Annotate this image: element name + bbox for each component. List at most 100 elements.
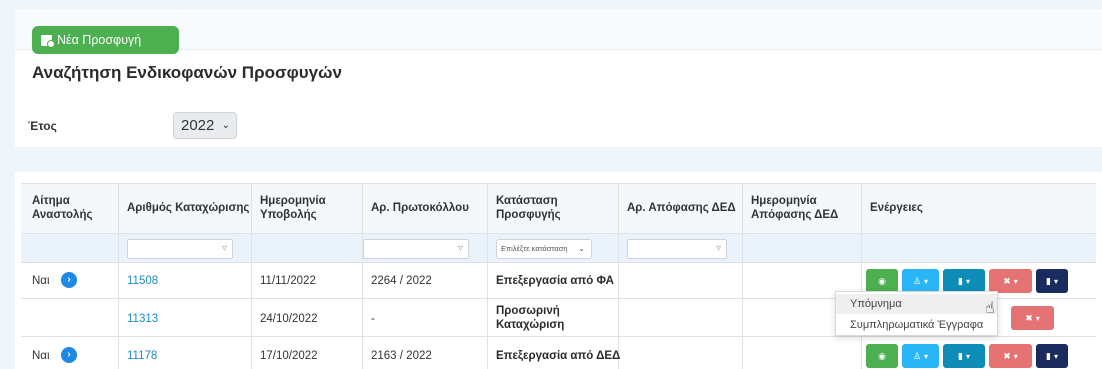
- col-divider: [251, 337, 252, 369]
- header-submit-date[interactable]: Ημερομηνία Υποβολής: [260, 194, 326, 222]
- chevron-right-circle-icon[interactable]: ›: [61, 272, 77, 288]
- col-divider: [742, 234, 743, 262]
- col-divider: [618, 263, 619, 298]
- col-divider: [118, 263, 119, 298]
- col-divider: [251, 234, 252, 262]
- year-select[interactable]: 2022 ⌄: [173, 112, 237, 139]
- col-divider: [362, 263, 363, 298]
- filter-icon: ▿: [715, 243, 721, 254]
- chevron-down-icon: ▾: [965, 276, 970, 286]
- cancel-button[interactable]: ✖ ▾: [1011, 306, 1054, 330]
- col-divider: [487, 184, 488, 233]
- new-appeal-label: Νέα Προσφυγή: [57, 33, 142, 47]
- header-suspension[interactable]: Αίτημα Αναστολής: [32, 194, 92, 222]
- eye-icon: ◉: [878, 275, 886, 286]
- user-icon: ♙: [912, 350, 922, 361]
- documents-button[interactable]: ▮ ▾: [943, 344, 985, 368]
- decision-no-filter-input[interactable]: ▿: [627, 239, 727, 259]
- reg-no-link[interactable]: 11178: [127, 349, 157, 363]
- header-reg-no[interactable]: Αριθμός Καταχώρισης: [127, 201, 249, 215]
- pdf-button[interactable]: ▮ ▾: [1036, 269, 1068, 293]
- protocol-value: 2264 / 2022: [371, 275, 432, 287]
- filter-row: ▿ ▿ Επιλέξτε κατάσταση ⌄ ▿: [21, 234, 1096, 263]
- reg-no-filter-input[interactable]: ▿: [127, 239, 233, 259]
- col-divider: [251, 184, 252, 233]
- status-filter-placeholder: Επιλέξτε κατάσταση: [501, 244, 568, 253]
- hand-pointer-icon: ☝: [985, 300, 995, 317]
- status-value: Επεξεργασία από ΔΕΔ: [496, 350, 621, 362]
- new-document-icon: [41, 34, 55, 48]
- col-divider: [362, 184, 363, 233]
- file-icon: ▮: [958, 350, 963, 361]
- col-divider: [118, 299, 119, 336]
- col-divider: [618, 299, 619, 336]
- chevron-down-icon: ⌄: [578, 244, 585, 253]
- chevron-down-icon: ▾: [1035, 313, 1040, 323]
- col-divider: [861, 184, 862, 233]
- header-protocol[interactable]: Αρ. Πρωτοκόλλου: [371, 201, 469, 215]
- close-circle-icon: ✖: [1003, 275, 1011, 286]
- col-divider: [118, 234, 119, 262]
- documents-button[interactable]: ▮ ▾: [943, 269, 985, 293]
- chevron-right-circle-icon[interactable]: ›: [61, 347, 77, 363]
- user-icon: ♙: [912, 275, 922, 286]
- chevron-down-icon: ▾: [1053, 276, 1058, 286]
- reg-no-link[interactable]: 11508: [127, 274, 158, 288]
- header-status[interactable]: Κατάσταση Προσφυγής: [496, 194, 561, 222]
- new-appeal-button[interactable]: Νέα Προσφυγή: [32, 26, 179, 54]
- chevron-down-icon: ▾: [924, 351, 929, 361]
- protocol-value: 2163 / 2022: [371, 350, 432, 362]
- results-card: Αίτημα Αναστολής Αριθμός Καταχώρισης Ημερ…: [15, 172, 1102, 369]
- col-divider: [487, 299, 488, 336]
- submit-date: 11/11/2022: [260, 275, 316, 287]
- year-label: Έτος: [28, 119, 57, 133]
- suspension-value: Ναι: [32, 275, 50, 287]
- close-circle-icon: ✖: [1025, 312, 1033, 323]
- assign-button[interactable]: ♙ ▾: [902, 269, 939, 293]
- col-divider: [251, 263, 252, 298]
- col-divider: [742, 263, 743, 298]
- protocol-filter-input[interactable]: ▿: [363, 239, 469, 259]
- chevron-down-icon: ▾: [924, 276, 929, 286]
- filter-icon: ▿: [457, 243, 463, 254]
- col-divider: [487, 234, 488, 262]
- pdf-icon: ▮: [1046, 350, 1051, 361]
- header-decision-date[interactable]: Ημερομηνία Απόφασης ΔΕΔ: [751, 194, 838, 222]
- status-value: Επεξεργασία από ΦΑ: [496, 275, 614, 287]
- submit-date: 24/10/2022: [260, 313, 318, 325]
- chevron-down-icon: ⌄: [221, 120, 230, 131]
- eye-icon: ◉: [878, 350, 886, 361]
- status-filter-select[interactable]: Επιλέξτε κατάσταση ⌄: [496, 239, 592, 259]
- pdf-button[interactable]: ▮ ▾: [1036, 344, 1068, 368]
- col-divider: [487, 337, 488, 369]
- page-title: Αναζήτηση Ενδικοφανών Προσφυγών: [32, 63, 342, 82]
- pdf-icon: ▮: [1046, 275, 1051, 286]
- cancel-button[interactable]: ✖ ▾: [989, 344, 1032, 368]
- col-divider: [487, 263, 488, 298]
- chevron-down-icon: ▾: [1013, 276, 1018, 286]
- assign-button[interactable]: ♙ ▾: [902, 344, 939, 368]
- dropdown-item-supplementary-docs[interactable]: Συμπληρωματικά Έγγραφα: [836, 315, 997, 335]
- header-decision-no[interactable]: Αρ. Απόφασης ΔΕΔ: [627, 201, 736, 215]
- view-button[interactable]: ◉: [866, 344, 898, 368]
- header-actions: Ενέργειες: [870, 202, 923, 214]
- col-divider: [362, 299, 363, 336]
- close-circle-icon: ✖: [1003, 350, 1011, 361]
- dropdown-item-memo[interactable]: Υπόμνημα: [836, 294, 997, 314]
- documents-dropdown-menu: Υπόμνημα Συμπληρωματικά Έγγραφα: [835, 291, 998, 336]
- chevron-down-icon: ▾: [1013, 351, 1018, 361]
- col-divider: [118, 184, 119, 233]
- search-card: Νέα Προσφυγή Αναζήτηση Ενδικοφανών Προσφ…: [15, 9, 1102, 147]
- col-divider: [251, 299, 252, 336]
- col-divider: [742, 299, 743, 336]
- suspension-value: Ναι: [32, 350, 50, 362]
- cancel-button[interactable]: ✖ ▾: [989, 269, 1032, 293]
- col-divider: [362, 337, 363, 369]
- reg-no-link[interactable]: 11313: [127, 312, 158, 326]
- chevron-down-icon: ▾: [1053, 351, 1058, 361]
- filter-icon: ▿: [221, 243, 227, 254]
- view-button[interactable]: ◉: [866, 269, 898, 293]
- year-value: 2022: [181, 117, 215, 134]
- protocol-value: -: [371, 313, 375, 325]
- col-divider: [618, 184, 619, 233]
